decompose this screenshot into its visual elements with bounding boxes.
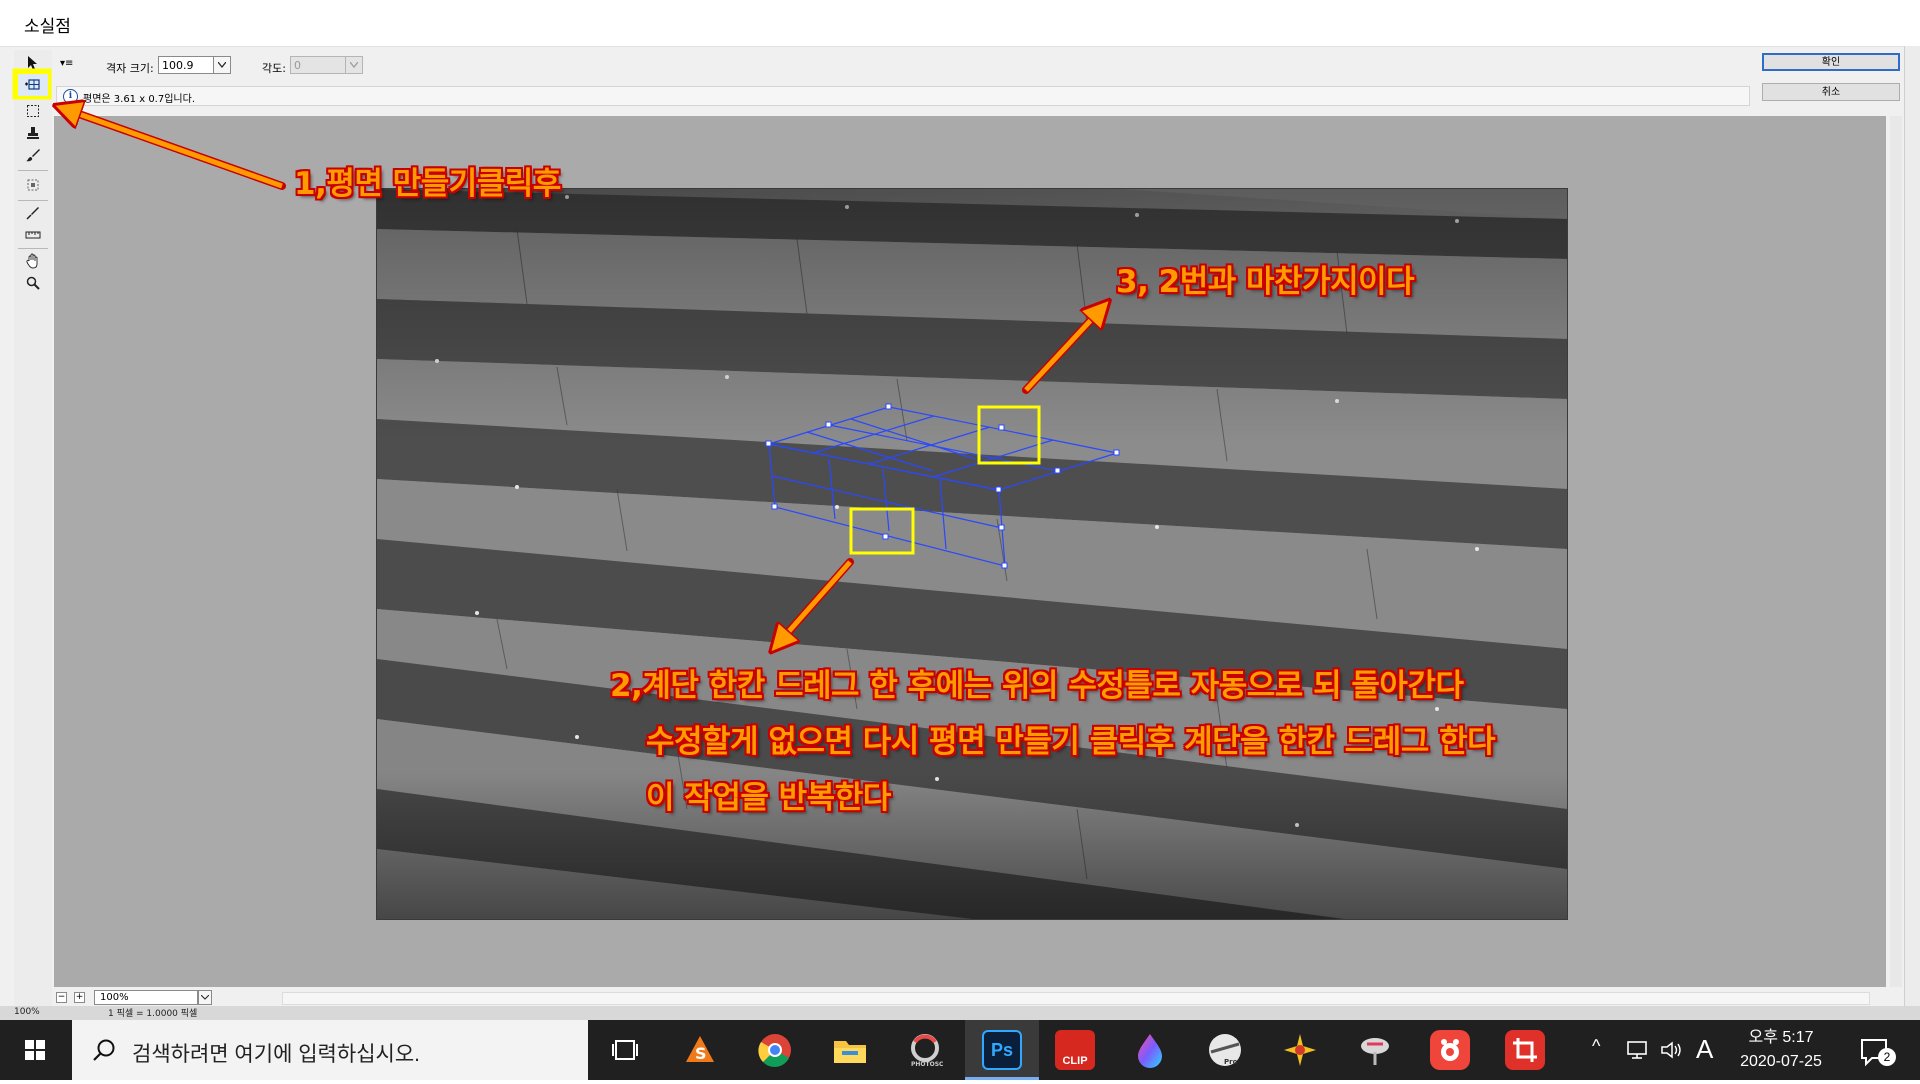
zoom-out-button[interactable]: − [56,992,67,1003]
annotation-step1: 1,평면 만들기클릭후 [294,166,561,202]
tool-separator [18,248,48,249]
marquee-tool-icon[interactable] [18,100,48,122]
sparkle-app-icon[interactable] [1280,1030,1320,1070]
ps-status-readout: 1 픽셀 = 1.0000 픽셀 [108,1009,198,1019]
vertical-scrollbar[interactable] [1890,116,1902,987]
window-title: 소실점 [24,17,71,37]
stamp-tool-icon[interactable] [18,122,48,144]
options-bar: ▾≡ 격자 크기: 100.9 각도: 0 [56,52,1756,80]
tool-strip [14,50,52,1016]
taskbar-clock[interactable]: 오후 5:17 2020-07-25 [1726,1026,1836,1074]
volume-icon[interactable] [1660,1040,1684,1060]
info-message: 평면은 3.61 x 0.7입니다. [83,94,196,105]
sketchbook-app-icon[interactable]: S [680,1030,720,1070]
edit-plane-tool-icon[interactable] [18,52,48,74]
network-icon[interactable] [1626,1040,1652,1060]
annotation-step2-line3: 이 작업을 반복한다 [646,780,891,816]
brush-tool-icon[interactable] [18,144,48,166]
info-bar: i 평면은 3.61 x 0.7입니다. [56,86,1750,106]
transform-tool-icon[interactable] [18,174,48,196]
photoscape-app-icon[interactable]: PHOTOSCAPE [905,1030,945,1070]
background-window-edge [1904,46,1920,1016]
svg-text:Pro: Pro [1224,1058,1238,1066]
task-view-icon[interactable] [605,1030,645,1070]
measure-tool-icon[interactable] [18,224,48,246]
title-bar: 소실점 [0,0,1920,47]
notification-count-badge: 2 [1878,1048,1896,1066]
zoom-tool-icon[interactable] [18,272,48,294]
windows-taskbar: 검색하려면 여기에 입력하십시오. S PHOTOSCAPE Ps CLIP P… [0,1020,1920,1080]
fan-app-icon[interactable] [1355,1030,1395,1070]
zoom-in-button[interactable]: + [74,992,85,1003]
angle-input[interactable]: 0 [290,56,346,74]
photoshop-status-bar: 100% 1 픽셀 = 1.0000 픽셀 [0,1006,1920,1020]
file-explorer-icon[interactable] [830,1030,870,1070]
notification-center-button[interactable]: 2 [1856,1034,1896,1068]
annotation-step3: 3, 2번과 마찬가지이다 [1116,264,1415,300]
grid-size-label: 격자 크기: [106,62,154,75]
bottom-bar: − + 100% [52,990,1890,1006]
clock-time: 오후 5:17 [1748,1029,1814,1046]
ps-zoom-readout: 100% [14,1007,40,1017]
annotation-step2-line1: 2,계단 한칸 드레그 한 후에는 위의 수정틀로 자동으로 되 돌아간다 [610,668,1464,704]
chrome-app-icon[interactable] [755,1030,795,1070]
windows-logo-icon [25,1040,45,1060]
vanishing-point-dialog: 소실점 ▾≡ 격자 크기: 100.9 각도: 0 i 평면은 3.61 x 0… [0,0,1920,1020]
tool-separator [18,170,48,171]
ok-button[interactable]: 확인 [1762,53,1900,71]
show-hidden-icons-icon[interactable]: ^ [1592,1036,1600,1057]
cancel-button[interactable]: 취소 [1762,83,1900,101]
annotation-step2-line2: 수정할게 없으면 다시 평면 만들기 클릭후 계단을 한칸 드레그 한다 [646,724,1496,760]
record-app-icon[interactable] [1430,1030,1470,1070]
create-plane-tool-icon[interactable] [15,71,51,99]
horizontal-scrollbar[interactable] [282,992,1870,1005]
grid-size-input[interactable]: 100.9 [158,56,214,74]
options-menu-icon[interactable]: ▾≡ [60,58,73,69]
angle-label: 각도: [262,62,286,75]
ime-indicator[interactable]: A [1696,1034,1713,1065]
color-drop-app-icon[interactable] [1130,1030,1170,1070]
eyedropper-tool-icon[interactable] [18,202,48,224]
zoom-dropdown-icon[interactable] [198,990,212,1005]
svg-text:S: S [695,1044,707,1063]
photoshop-app-icon[interactable]: Ps [982,1030,1022,1070]
angle-dropdown-icon[interactable] [345,56,363,74]
hand-tool-icon[interactable] [18,250,48,272]
svg-text:PHOTOSCAPE: PHOTOSCAPE [911,1061,943,1068]
search-icon [93,1039,115,1061]
tool-separator [18,200,48,201]
start-button[interactable] [0,1020,70,1080]
clock-date: 2020-07-25 [1740,1053,1822,1070]
crop-pro-app-icon[interactable] [1505,1030,1545,1070]
search-placeholder: 검색하려면 여기에 입력하십시오. [132,1043,420,1066]
info-icon: i [63,89,78,104]
pro-app-icon[interactable]: Pro [1205,1030,1245,1070]
clip-app-icon[interactable]: CLIP [1055,1030,1095,1070]
taskbar-search-box[interactable]: 검색하려면 여기에 입력하십시오. [72,1020,588,1080]
zoom-field[interactable]: 100% [94,990,198,1005]
grid-size-dropdown-icon[interactable] [213,56,231,74]
